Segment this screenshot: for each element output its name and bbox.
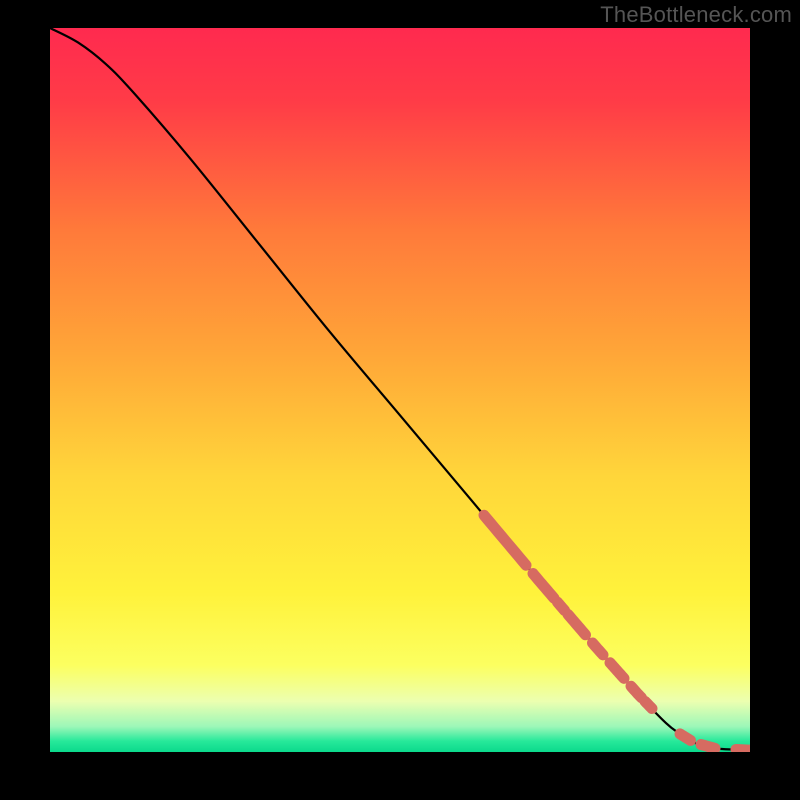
attribution-text: TheBottleneck.com (600, 2, 792, 28)
plot-area (50, 28, 750, 752)
highlight-dash (558, 602, 565, 610)
highlight-dash (680, 734, 691, 741)
highlight-dash (736, 749, 750, 750)
highlight-dash (701, 745, 715, 749)
chart-frame: TheBottleneck.com (0, 0, 800, 800)
highlight-dash (645, 701, 652, 708)
plot-svg (50, 28, 750, 752)
gradient-background (50, 28, 750, 752)
